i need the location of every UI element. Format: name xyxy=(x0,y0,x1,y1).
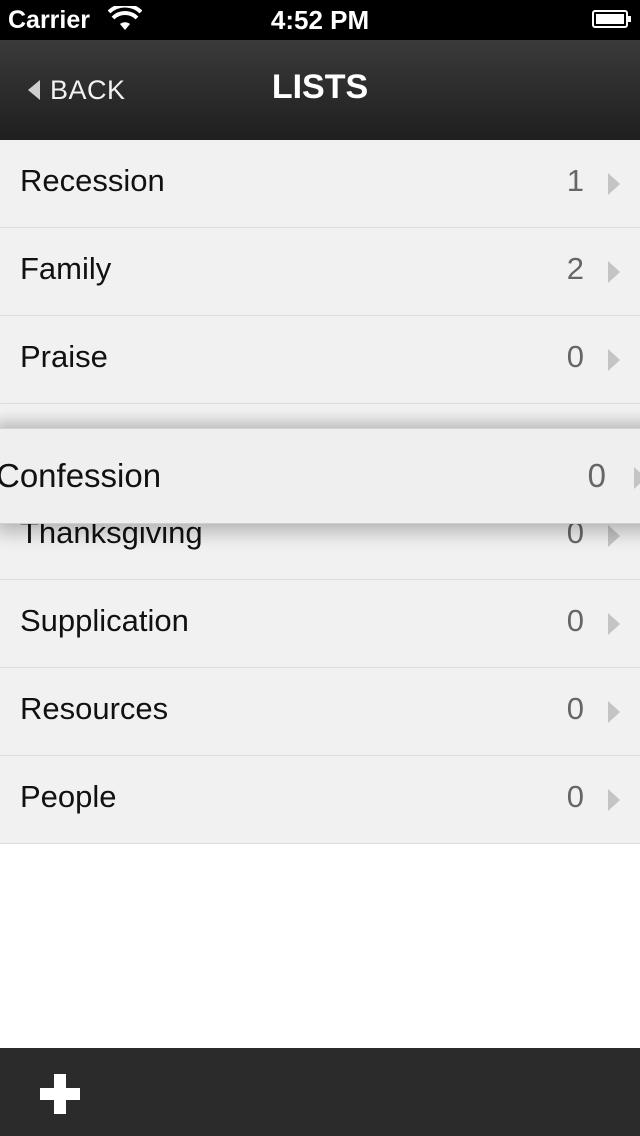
chevron-right-icon xyxy=(634,467,640,489)
navigation-bar: BACK LISTS xyxy=(0,40,640,140)
page-title: LISTS xyxy=(271,68,369,106)
list-item-count: 0 xyxy=(566,339,584,374)
chevron-right-icon xyxy=(608,701,620,723)
list-item-label: Family xyxy=(20,251,112,286)
chevron-right-icon xyxy=(608,349,620,371)
list-item-count: 1 xyxy=(566,163,584,198)
chevron-right-icon xyxy=(608,525,620,547)
list-item-count: 0 xyxy=(566,603,584,638)
list-item-label: Praise xyxy=(20,339,108,374)
chevron-right-icon xyxy=(608,613,620,635)
list-item[interactable]: People 0 xyxy=(0,756,640,844)
add-button[interactable] xyxy=(40,1074,80,1114)
list-item-count: 0 xyxy=(566,691,584,726)
dragging-list-item[interactable]: Confession 0 xyxy=(0,428,640,524)
list-item-count: 0 xyxy=(587,457,606,494)
list-item-label: People xyxy=(20,779,117,814)
list-item[interactable]: Recession 1 xyxy=(0,140,640,228)
chevron-right-icon xyxy=(608,173,620,195)
list-item[interactable]: Resources 0 xyxy=(0,668,640,756)
chevron-right-icon xyxy=(608,789,620,811)
list-item[interactable]: Praise 0 xyxy=(0,316,640,404)
list-item-label: Confession xyxy=(0,457,162,494)
list-item-label: Recession xyxy=(20,163,165,198)
chevron-right-icon xyxy=(608,261,620,283)
list-item-label: Resources xyxy=(20,691,169,726)
status-time: 4:52 PM xyxy=(270,5,370,35)
status-bar: Carrier 4:52 PM xyxy=(0,0,640,40)
battery-icon xyxy=(592,10,631,28)
bottom-toolbar xyxy=(0,1048,640,1136)
list-item[interactable]: Family 2 xyxy=(0,228,640,316)
list-item[interactable]: Supplication 0 xyxy=(0,580,640,668)
list-item-count: 2 xyxy=(566,251,584,286)
list-item-label: Supplication xyxy=(20,603,189,638)
list-item-count: 0 xyxy=(566,779,584,814)
